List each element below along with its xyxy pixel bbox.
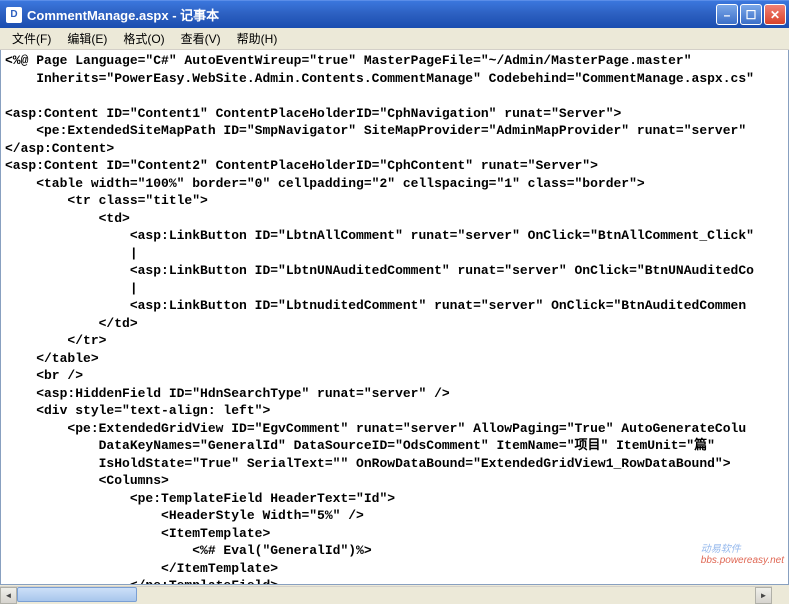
editor-area[interactable]: <%@ Page Language="C#" AutoEventWireup="…: [0, 50, 789, 585]
scroll-right-button[interactable]: ►: [755, 587, 772, 604]
scroll-left-button[interactable]: ◄: [0, 587, 17, 604]
scroll-thumb-h[interactable]: [17, 587, 137, 602]
menu-bar: 文件(F) 编辑(E) 格式(O) 查看(V) 帮助(H): [0, 28, 789, 50]
editor-text[interactable]: <%@ Page Language="C#" AutoEventWireup="…: [1, 50, 788, 585]
close-button[interactable]: ✕: [764, 4, 786, 25]
window-title: CommentManage.aspx - 记事本: [27, 5, 716, 24]
scroll-track-h[interactable]: [17, 587, 755, 603]
horizontal-scrollbar[interactable]: ◄ ►: [0, 586, 772, 603]
menu-view[interactable]: 查看(V): [173, 28, 229, 49]
menu-edit[interactable]: 编辑(E): [59, 28, 115, 49]
menu-file[interactable]: 文件(F): [4, 28, 59, 49]
menu-format[interactable]: 格式(O): [115, 28, 172, 49]
scrollbar-corner: [772, 586, 789, 603]
menu-help[interactable]: 帮助(H): [229, 28, 286, 49]
window-buttons: – ☐ ✕: [716, 4, 786, 25]
title-bar: D CommentManage.aspx - 记事本 – ☐ ✕: [0, 0, 789, 28]
maximize-button[interactable]: ☐: [740, 4, 762, 25]
notepad-icon: D: [6, 7, 22, 23]
minimize-button[interactable]: –: [716, 4, 738, 25]
